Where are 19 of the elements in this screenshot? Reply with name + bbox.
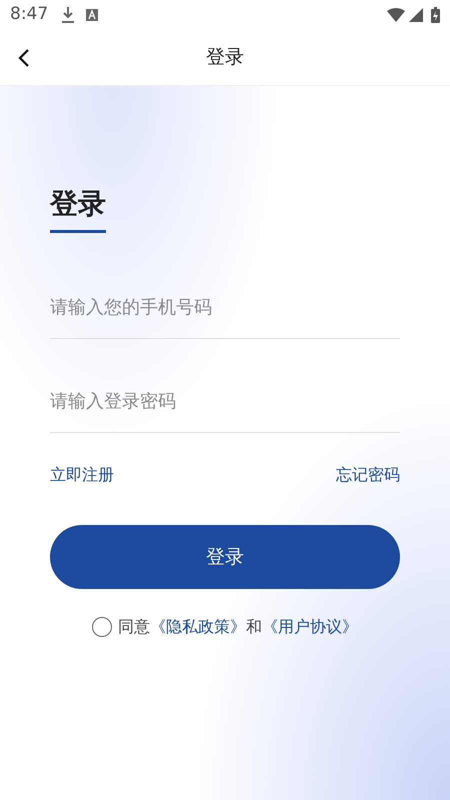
login-button[interactable]: 登录 — [50, 525, 400, 589]
login-heading: 登录 — [50, 186, 106, 222]
status-time: 8:47 — [10, 3, 48, 26]
battery-icon — [431, 7, 440, 23]
input-field[interactable]: 请输入登录密码 — [50, 371, 400, 433]
back-icon — [18, 48, 30, 68]
signal-icon — [409, 8, 423, 22]
and-text: 和 — [246, 616, 262, 638]
app-notification-icon — [86, 9, 98, 21]
user-agreement-link[interactable]: 《用户协议》 — [262, 615, 358, 639]
agreement-checkbox[interactable] — [92, 617, 112, 637]
forgot-password-link[interactable]: 忘记密码 — [336, 463, 400, 487]
page-title: 登录 — [206, 45, 244, 70]
privacy-policy-link[interactable]: 《隐私政策》 — [150, 615, 246, 639]
agree-text: 同意 — [118, 616, 150, 638]
input-field[interactable]: 请输入您的手机号码 — [50, 277, 400, 339]
download-icon — [62, 7, 74, 23]
wifi-icon — [387, 8, 405, 22]
register-link[interactable]: 立即注册 — [50, 463, 114, 487]
